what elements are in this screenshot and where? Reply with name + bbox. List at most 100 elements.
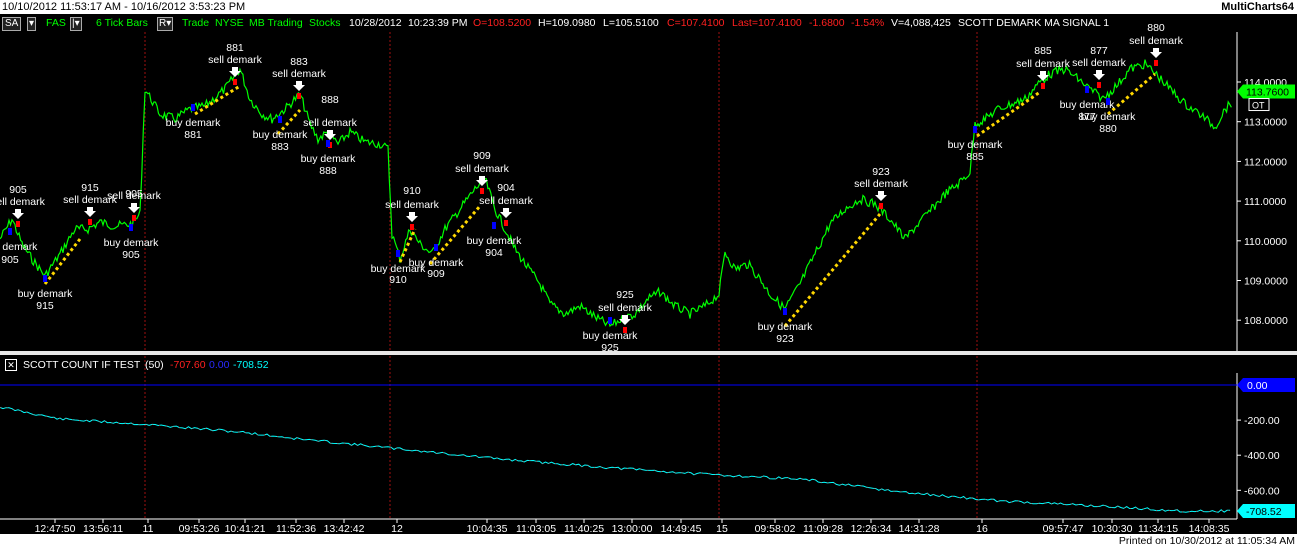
sell-marker	[1097, 82, 1101, 88]
sell-marker	[233, 79, 237, 85]
sell-arrow-icon	[406, 212, 418, 222]
sell-marker	[879, 203, 883, 209]
time-tick-label: 10:30:30	[1092, 523, 1133, 534]
price-tick-label: 110.0000	[1244, 236, 1287, 248]
zero-badge-label: 0.00	[1247, 380, 1268, 392]
trend-line	[194, 84, 241, 116]
signal-number: 923	[872, 166, 890, 178]
indicator-line	[0, 406, 1231, 513]
chart-area[interactable]: SA ▾ FAS |▾ 6 Tick Bars R▾ Trade NYSE MB…	[0, 14, 1297, 534]
indicator-value-3: -708.52	[233, 359, 269, 371]
buy-marker	[1085, 86, 1089, 93]
sell-marker	[480, 188, 484, 194]
sell-marker	[88, 219, 92, 225]
signal-number: 905	[1, 254, 19, 266]
buy-marker	[8, 228, 12, 235]
signal-label: sell demark	[1072, 57, 1126, 69]
signal-number: 915	[81, 182, 99, 194]
sell-arrow-icon	[229, 67, 241, 77]
signal-label: sell demark	[455, 163, 509, 175]
chart-canvas[interactable]: 114.0000113.0000112.0000111.0000110.0000…	[0, 14, 1297, 534]
time-tick-label: 11:03:05	[516, 523, 556, 534]
time-tick-label: 12	[391, 523, 403, 534]
sell-marker	[410, 224, 414, 230]
signal-label: buy demark	[104, 237, 160, 249]
signal-label: sell demark	[1129, 35, 1183, 47]
sell-arrow-icon	[128, 203, 140, 213]
close-icon[interactable]: ✕	[5, 359, 17, 371]
signal-label: buy demark	[0, 241, 38, 253]
trend-line	[1107, 72, 1156, 116]
signal-number: 881	[226, 42, 244, 54]
indicator-name: SCOTT COUNT IF TEST	[23, 359, 141, 371]
signal-number: 905	[122, 249, 140, 261]
time-tick-label: 11:34:15	[1138, 523, 1178, 534]
signal-number: 883	[290, 56, 308, 68]
buy-marker	[129, 224, 133, 231]
signal-label: sell demark	[385, 199, 439, 211]
time-tick-label: 09:53:26	[179, 523, 220, 534]
signal-number: 904	[485, 247, 503, 259]
signal-label: sell demark	[854, 178, 908, 190]
sell-arrow-icon	[12, 209, 24, 219]
signal-label: sell demark	[1016, 58, 1070, 70]
date-range: 10/10/2012 11:53:17 AM - 10/16/2012 3:53…	[2, 1, 246, 13]
ot-badge-label: OT	[1252, 101, 1265, 111]
time-tick-label: 15	[716, 523, 728, 534]
time-tick-label: 09:58:02	[755, 523, 796, 534]
buy-marker	[783, 308, 787, 315]
time-tick-label: 10:41:21	[225, 523, 266, 534]
price-line	[0, 59, 1232, 328]
signal-number: 909	[473, 150, 491, 162]
sell-arrow-icon	[500, 208, 512, 218]
sell-arrow-icon	[619, 315, 631, 325]
signal-label: sell demark	[598, 302, 652, 314]
app-brand: MultiCharts64	[1221, 1, 1294, 13]
signal-number: 883	[271, 141, 289, 153]
time-tick-label: 14:08:35	[1189, 523, 1230, 534]
buy-marker	[396, 250, 400, 257]
printed-date: Printed on 10/30/2012 at 11:05:34 AM	[1118, 535, 1295, 547]
title-bar: 10/10/2012 11:53:17 AM - 10/16/2012 3:53…	[0, 0, 1297, 14]
signal-label: buy demark	[948, 139, 1004, 151]
signal-number: 910	[403, 185, 421, 197]
signal-label: buy demark	[301, 153, 357, 165]
signal-label: sell demark	[208, 54, 262, 66]
sell-arrow-icon	[1150, 48, 1162, 58]
buy-marker	[43, 275, 47, 282]
sell-marker	[297, 93, 301, 99]
trend-line	[783, 213, 882, 327]
signal-label: sell demark	[0, 196, 46, 208]
time-tick-label: 11:09:28	[803, 523, 843, 534]
signal-label: buy demark	[467, 235, 523, 247]
time-tick-label: 14:31:28	[899, 523, 940, 534]
buy-marker	[326, 140, 330, 147]
time-tick-label: 11:52:36	[276, 523, 316, 534]
sell-arrow-icon	[293, 81, 305, 91]
signal-number: 910	[389, 274, 407, 286]
sell-marker	[1041, 83, 1045, 89]
time-tick-label: 13:00:00	[612, 523, 653, 534]
indicator-value-2: 0.00	[209, 359, 230, 371]
buy-marker	[434, 244, 438, 251]
sell-marker	[132, 215, 136, 221]
signal-number: 877	[1090, 45, 1108, 57]
buy-marker	[608, 317, 612, 324]
sell-arrow-icon	[476, 176, 488, 186]
signal-label: buy demark	[758, 321, 814, 333]
indicator-value-1: -707.60	[170, 359, 206, 371]
signal-label: sell demark	[272, 68, 326, 80]
buy-marker	[973, 126, 977, 133]
indicator-line-secondary	[0, 407, 1231, 513]
buy-marker	[492, 222, 496, 229]
indicator-tick-label: -600.00	[1244, 485, 1280, 497]
signal-number: 905	[9, 184, 27, 196]
sell-arrow-icon	[1093, 70, 1105, 80]
time-tick-label: 11	[143, 523, 154, 534]
signal-number: 885	[1034, 45, 1052, 57]
signal-label: buy demark	[18, 288, 74, 300]
signal-number: 885	[966, 151, 984, 163]
time-tick-label: 16	[976, 523, 988, 534]
buy-marker	[1106, 98, 1110, 105]
time-tick-label: 14:49:45	[661, 523, 702, 534]
